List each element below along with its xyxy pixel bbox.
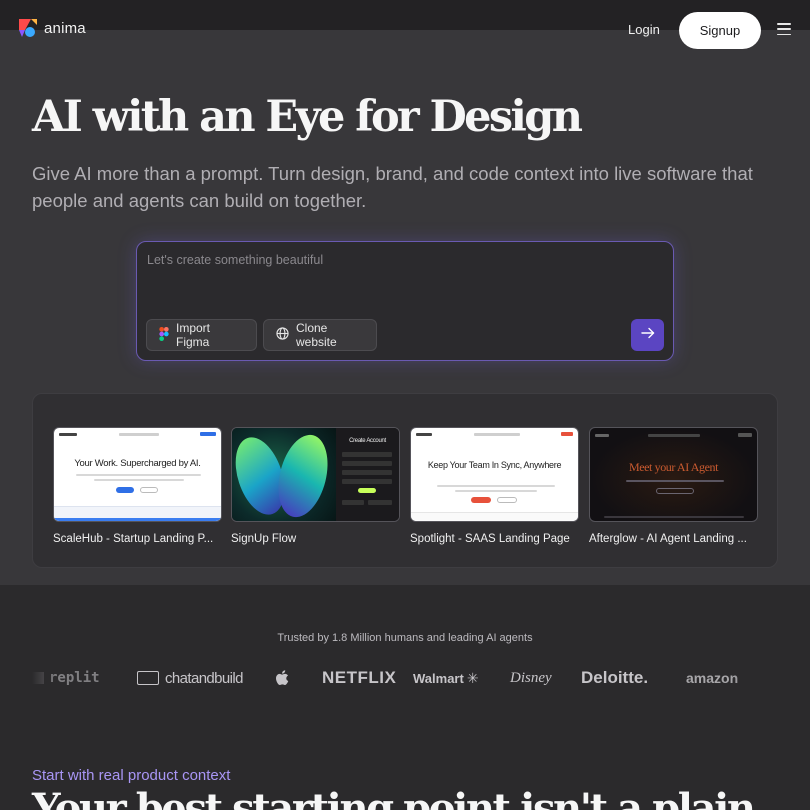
template-thumbnail: Meet your AI Agent [589,427,758,522]
hero-subtitle: Give AI more than a prompt. Turn design,… [32,163,753,211]
section-kicker: Start with real product context [32,767,231,784]
arrow-right-icon [640,326,655,344]
template-thumbnail: Keep Your Team In Sync, Anywhere [410,427,579,522]
brand-name: anima [44,19,86,37]
template-heading: Your Work. Supercharged by AI. [74,458,201,469]
hamburger-menu-icon[interactable] [777,23,791,35]
template-card-scalehub[interactable]: Your Work. Supercharged by AI. ScaleHub … [53,427,222,545]
template-card-signup-flow[interactable]: Create Account SignUp Flow [231,427,400,545]
amazon-logo: amazon [686,670,739,686]
template-heading: Keep Your Team In Sync, Anywhere [427,460,562,470]
clone-website-button[interactable]: Clone website [263,319,377,351]
anima-logo-icon [18,18,38,38]
import-figma-label: Import Figma [176,321,211,349]
template-label: SignUp Flow [231,533,297,545]
trusted-by-text: Trusted by 1.8 Million humans and leadin… [277,632,533,644]
apple-logo [275,666,289,690]
prompt-input[interactable]: Let's create something beautiful [147,253,323,267]
logo-fade [732,670,778,688]
template-card-afterglow[interactable]: Meet your AI Agent Afterglow - AI Agent … [589,427,758,545]
send-button[interactable] [631,319,664,351]
section-title: Your best starting point isn't a plain [32,785,756,810]
template-heading: Meet your AI Agent [628,460,719,474]
figma-icon [159,326,169,344]
anima-logo[interactable]: anima [18,18,86,38]
import-figma-button[interactable]: Import Figma [146,319,257,351]
disney-logo: Disney [510,669,552,686]
logo-fade-left [32,670,56,688]
template-label: ScaleHub - Startup Landing P... [53,533,214,545]
clone-website-label: Clone website [296,321,337,349]
page-title: AI with an Eye for Design [32,92,583,142]
netflix-logo: NETFLIX [322,668,397,687]
template-label: Spotlight - SAAS Landing Page [410,533,570,545]
walmart-logo: Walmart ✳ [413,669,479,686]
template-heading: Create Account [349,438,386,444]
template-gallery: Your Work. Supercharged by AI. ScaleHub … [32,393,778,568]
chatandbuild-logo: chatandbuild [137,666,243,690]
template-thumbnail: Create Account [231,427,400,522]
login-link[interactable]: Login [628,22,660,37]
deloitte-logo: Deloitte. [581,668,649,687]
template-card-spotlight[interactable]: Keep Your Team In Sync, Anywhere Spotlig… [410,427,579,545]
template-thumbnail: Your Work. Supercharged by AI. [53,427,222,522]
prompt-box[interactable]: Let's create something beautiful Import … [136,241,674,361]
globe-icon [276,327,289,343]
partner-logos: replit chatandbuild NETFLIX Walmart ✳ Di… [32,666,778,690]
template-label: Afterglow - AI Agent Landing ... [589,533,747,545]
signup-button[interactable]: Signup [679,12,761,49]
